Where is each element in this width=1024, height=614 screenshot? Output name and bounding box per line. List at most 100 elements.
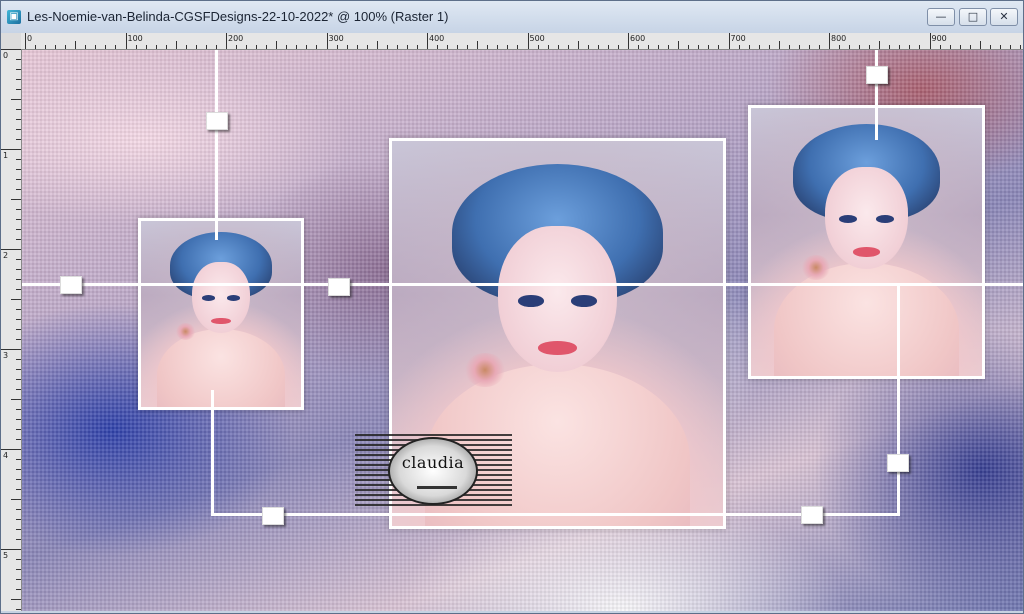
ruler-tick [16,59,21,60]
ruler-tick [939,45,941,49]
ruler-label: 200 [228,34,244,43]
ruler-tick [16,109,21,110]
ruler-tick [45,45,47,49]
horizontal-guide-line[interactable] [22,283,1023,286]
portrait-image-left [141,221,301,407]
ruler-tick [427,33,428,49]
ruler-tick [185,45,187,49]
ruler-tick [16,309,21,310]
ruler-tick [638,45,640,49]
node-handle[interactable] [262,507,284,525]
ruler-tick [16,119,21,120]
ruler-label: 100 [127,34,143,43]
ruler-tick [16,179,21,180]
node-handle[interactable] [328,278,350,296]
ruler-tick [1,349,21,350]
ruler-tick [16,269,21,270]
minimize-button[interactable]: — [927,8,955,26]
ruler-tick [16,609,21,610]
ruler-tick [296,45,298,49]
portrait-frame-right[interactable] [748,105,985,379]
maximize-button[interactable]: □ [959,8,987,26]
ruler-tick [16,359,21,360]
ruler-label: 500 [529,34,545,43]
ruler-tick [215,45,217,49]
ruler-tick [16,579,21,580]
ruler-tick [16,289,21,290]
ruler-tick [16,509,21,510]
ruler-tick [16,339,21,340]
node-handle[interactable] [206,112,228,130]
ruler-tick [16,409,21,410]
ruler-tick [16,569,21,570]
ruler-tick [175,41,177,49]
ruler-tick [75,41,77,49]
portrait-frame-left[interactable] [138,218,304,410]
ruler-tick [1009,45,1011,49]
ruler-tick [386,45,388,49]
image-canvas[interactable]: claudia [22,50,1023,611]
vertical-guide-line-left[interactable] [215,50,218,240]
ruler-tick [658,45,660,49]
ruler-tick [336,45,338,49]
ruler-tick [1019,45,1021,49]
ruler-tick [457,45,459,49]
app-icon[interactable]: ▣ [7,10,21,24]
vertical-guide-line-right[interactable] [897,283,900,516]
ruler-tick [467,45,469,49]
close-button[interactable]: ✕ [990,8,1018,26]
ruler-tick [326,33,328,49]
ruler-label: 4 [3,451,9,460]
ruler-tick [105,45,107,49]
ruler-tick [708,45,710,49]
bottom-guide-line[interactable] [211,513,899,516]
ruler-tick [1,249,21,250]
ruler-tick [879,41,881,49]
ruler-tick [16,209,21,210]
ruler-tick [195,45,197,49]
ruler-tick [16,229,21,230]
ruler-tick [768,45,770,49]
ruler-tick [205,45,207,49]
ruler-tick [11,599,21,600]
node-handle[interactable] [801,506,823,524]
ruler-tick [869,45,871,49]
ruler-tick [25,33,26,49]
ruler-label: 800 [831,34,847,43]
ruler-label: 0 [27,34,33,43]
ruler-tick [778,41,780,49]
ruler-label: 3 [3,351,9,360]
ruler-tick [11,199,21,200]
title-bar[interactable]: ▣ Les-Noemie-van-Belinda-CGSFDesigns-22-… [1,1,1023,34]
ruler-tick [165,45,167,49]
close-icon: ✕ [999,10,1009,23]
ruler-tick [748,45,750,49]
ruler-tick [246,45,248,49]
ruler-vertical[interactable]: 0 1 2 3 4 5 [1,49,22,611]
ruler-tick [839,45,841,49]
ruler-tick [899,45,901,49]
ruler-horizontal[interactable]: 0 100 200 300 400 500 600 700 800 900 [21,33,1023,50]
image-window: ▣ Les-Noemie-van-Belinda-CGSFDesigns-22-… [0,0,1024,614]
ruler-tick [678,41,680,49]
ruler-tick [829,33,830,49]
ruler-tick [366,45,368,49]
ruler-tick [818,45,820,49]
vertical-guide-line-lower-left[interactable] [211,390,214,516]
ruler-tick [698,45,700,49]
vertical-guide-line-top-right[interactable] [875,50,878,140]
ruler-tick [226,33,227,49]
ruler-corner [1,33,22,50]
node-handle[interactable] [60,276,82,294]
ruler-tick [979,41,981,49]
ruler-tick [16,419,21,420]
window-title: Les-Noemie-van-Belinda-CGSFDesigns-22-10… [27,9,449,24]
node-handle[interactable] [887,454,909,472]
ruler-tick [718,45,720,49]
ruler-tick [728,33,730,49]
ruler-tick [617,45,619,49]
ruler-tick [788,45,790,49]
ruler-tick [628,33,629,49]
ruler-tick [487,45,489,49]
node-handle[interactable] [866,66,888,84]
